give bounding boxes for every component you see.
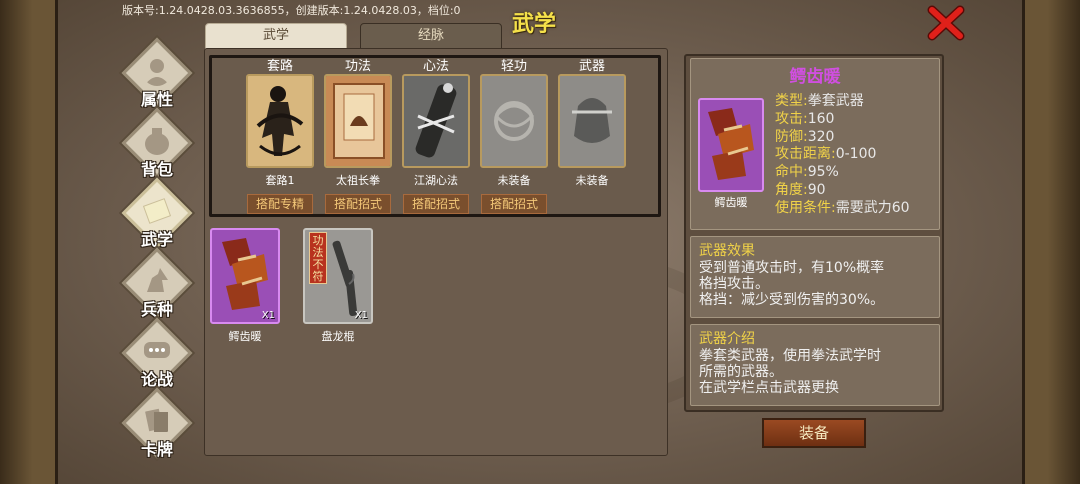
slot-header: 武器 xyxy=(578,59,605,74)
weapon-intro-title: 武器介绍 xyxy=(699,331,755,347)
slot-name: 未装备 xyxy=(497,174,531,187)
weapon-emblem-icon xyxy=(560,76,624,166)
stat-value: 160 xyxy=(807,110,835,127)
match-moves-button-skill[interactable]: 搭配招式 xyxy=(325,194,391,214)
book-icon xyxy=(326,76,390,166)
equip-button[interactable]: 装备 xyxy=(762,418,866,448)
stat-value: 320 xyxy=(807,128,835,145)
sidebar-item-label: 论战 xyxy=(140,370,173,389)
slot-header: 功法 xyxy=(344,59,371,74)
item-count: X1 xyxy=(261,310,275,321)
claw-gauntlet-icon xyxy=(708,108,754,180)
weapon-effect-text: 受到普通攻击时，有10%概率 格挡攻击。 格挡：减少受到伤害的30%。 xyxy=(699,260,885,308)
lightness-empty-card[interactable] xyxy=(480,74,548,168)
stat-row: 命中:95% xyxy=(775,164,933,182)
stat-value: 拳套武器 xyxy=(807,93,864,109)
weapon-empty-card[interactable] xyxy=(558,74,626,168)
person-icon xyxy=(144,59,170,86)
version-text: 版本号:1.24.0428.03.3636855，创建版本:1.24.0428.… xyxy=(122,4,461,17)
stat-row: 类型:拳套武器 xyxy=(775,93,933,111)
weapon-intro-box: 武器介绍 拳套类武器，使用拳法武学时 所需的武器。 在武学栏点击武器更换 xyxy=(690,324,940,406)
sidebar-item-label: 背包 xyxy=(140,160,173,179)
weapon-effect-title: 武器效果 xyxy=(699,243,755,259)
fighter-portrait-icon xyxy=(248,76,312,166)
sidebar-item-bag[interactable]: 背包 xyxy=(118,107,196,182)
slot-name: 套路1 xyxy=(265,174,295,187)
stat-value: 需要武力60 xyxy=(835,199,910,216)
skill-book-card[interactable] xyxy=(324,74,392,168)
inventory-item-claw[interactable]: X1 鳄齿暖 xyxy=(210,228,280,344)
match-moves-button-mind[interactable]: 搭配招式 xyxy=(403,194,469,214)
slot-skill[interactable]: 功法 太祖长拳 xyxy=(324,60,392,188)
book-icon xyxy=(142,198,172,224)
tab-martial-arts[interactable]: 武学 xyxy=(205,23,347,49)
claw-gauntlet-icon xyxy=(222,238,268,310)
stat-key: 类型: xyxy=(775,93,808,109)
sidebar-item-label: 卡牌 xyxy=(140,440,173,459)
slot-name: 太祖长拳 xyxy=(336,174,380,187)
stat-key: 攻击距离: xyxy=(775,146,836,163)
stat-key: 命中: xyxy=(775,164,808,181)
stat-row: 使用条件:需要武力60 xyxy=(775,200,933,218)
sidebar-item-troops[interactable]: 兵种 xyxy=(118,247,196,322)
sidebar-item-attributes[interactable]: 属性 xyxy=(118,37,196,112)
sidebar-item-cards[interactable]: 卡牌 xyxy=(118,387,196,462)
item-count: X1 xyxy=(354,310,368,321)
scroll-icon xyxy=(404,76,468,166)
mismatch-badge: 功法不符 xyxy=(309,232,327,284)
slot-name: 未装备 xyxy=(575,174,609,187)
weapon-effect-box: 武器效果 受到普通攻击时，有10%概率 格挡攻击。 格挡：减少受到伤害的30%。 xyxy=(690,236,940,318)
stat-value: 95% xyxy=(807,164,839,181)
stat-key: 角度: xyxy=(775,181,808,198)
page-title: 武学 xyxy=(512,12,557,37)
routine-card[interactable] xyxy=(246,74,314,168)
stat-key: 攻击: xyxy=(775,110,808,127)
slot-routine[interactable]: 套路 套路1 xyxy=(246,60,314,188)
stat-value: 90 xyxy=(807,181,826,198)
stat-row: 角度:90 xyxy=(775,182,933,200)
close-icon xyxy=(927,5,965,41)
item-title: 鳄齿暖 xyxy=(789,67,841,87)
stats-list: 类型:拳套武器 攻击:160 防御:320 攻击距离:0-100 命中:95% … xyxy=(775,93,933,218)
close-button[interactable] xyxy=(926,4,966,42)
stat-key: 防御: xyxy=(775,128,808,145)
weapon-intro-text: 拳套类武器，使用拳法武学时 所需的武器。 在武学栏点击武器更换 xyxy=(699,348,881,396)
cloud-emblem-icon xyxy=(482,76,546,166)
match-moves-button-lightness[interactable]: 搭配招式 xyxy=(481,194,547,214)
sidebar-item-label: 属性 xyxy=(140,90,173,109)
detail-item-card xyxy=(698,98,764,192)
sidebar-item-label: 武学 xyxy=(140,230,173,249)
inventory-item-staff[interactable]: 功法不符 X1 盘龙棍 xyxy=(303,228,373,344)
claw-card[interactable]: X1 xyxy=(210,228,280,324)
sidebar-item-label: 兵种 xyxy=(140,300,173,319)
stat-value: 0-100 xyxy=(835,146,877,163)
mismatch-badge-text: 功法不符 xyxy=(312,234,324,283)
item-name: 盘龙棍 xyxy=(321,330,355,343)
slot-header: 套路 xyxy=(266,59,293,74)
staff-card[interactable]: 功法不符 X1 xyxy=(303,228,373,324)
sidebar-item-martial-arts[interactable]: 武学 xyxy=(118,177,196,252)
bag-icon xyxy=(145,128,169,155)
item-name: 鳄齿暖 xyxy=(228,330,262,343)
horse-icon xyxy=(147,268,168,292)
stat-row: 防御:320 xyxy=(775,129,933,147)
detail-card-name: 鳄齿暖 xyxy=(714,196,748,209)
stat-key: 使用条件: xyxy=(775,199,836,216)
stat-row: 攻击距离:0-100 xyxy=(775,146,933,164)
mind-scroll-card[interactable] xyxy=(402,74,470,168)
sidebar-item-debate[interactable]: 论战 xyxy=(118,317,196,392)
cards-icon xyxy=(145,408,168,432)
slot-name: 江湖心法 xyxy=(414,174,458,187)
slot-mind[interactable]: 心法 江湖心法 xyxy=(402,60,470,188)
tab-meridians[interactable]: 经脉 xyxy=(360,23,502,49)
match-specialty-button[interactable]: 搭配专精 xyxy=(247,194,313,214)
slot-header: 心法 xyxy=(422,59,449,74)
chat-icon xyxy=(144,342,170,358)
slot-lightness[interactable]: 轻功 未装备 xyxy=(480,60,548,188)
slot-weapon[interactable]: 武器 未装备 xyxy=(558,60,626,188)
stat-row: 攻击:160 xyxy=(775,111,933,129)
slot-header: 轻功 xyxy=(500,59,527,74)
